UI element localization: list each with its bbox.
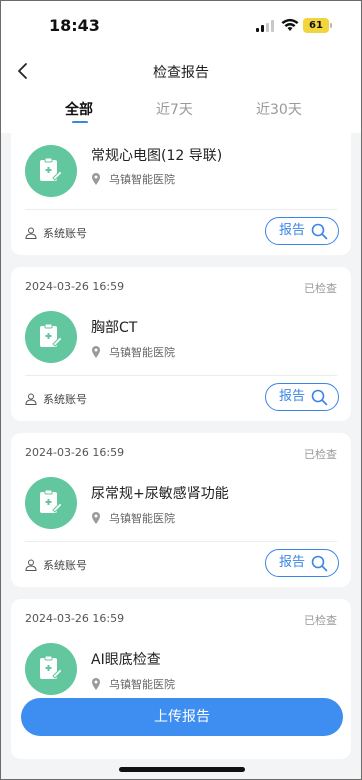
hospital-location: 乌镇智能医院	[91, 676, 175, 692]
tab-30-days[interactable]: 近30天	[256, 99, 302, 119]
record-date: 2024-03-26 16:59	[25, 280, 125, 293]
hospital-location: 乌镇智能医院	[91, 171, 175, 187]
exam-name: 尿常规+尿敏感肾功能	[91, 486, 229, 502]
person-icon	[25, 559, 37, 571]
record-status: 已检查	[304, 282, 337, 295]
app-screen: 18:43 61 检查报告 全部 近7天 近30天 常规心电图(12 导联) 乌…	[0, 0, 362, 780]
search-icon	[311, 555, 328, 572]
record-status: 已检查	[304, 614, 337, 627]
record-card[interactable]: 2024-03-26 16:59 已检查 尿常规+尿敏感肾功能 乌镇智能医院 系…	[11, 433, 351, 587]
report-button-label: 报告	[279, 389, 306, 404]
report-button[interactable]: 报告	[265, 549, 339, 577]
hospital-name: 乌镇智能医院	[109, 512, 175, 525]
divider	[25, 375, 337, 376]
record-status: 已检查	[304, 448, 337, 461]
tab-7-days[interactable]: 近7天	[156, 99, 193, 119]
navigation-bar: 检查报告	[1, 53, 361, 91]
upload-report-button[interactable]: 上传报告	[21, 698, 343, 736]
hospital-name: 乌镇智能医院	[109, 346, 175, 359]
hospital-location: 乌镇智能医院	[91, 344, 175, 360]
location-pin-icon	[92, 346, 100, 358]
location-pin-icon	[92, 678, 100, 690]
report-button[interactable]: 报告	[265, 217, 339, 245]
divider	[25, 209, 337, 210]
search-icon	[311, 389, 328, 406]
medical-report-icon	[40, 157, 63, 181]
record-avatar	[25, 145, 77, 197]
location-pin-icon	[92, 512, 100, 524]
search-icon	[311, 223, 328, 240]
exam-name: 胸部CT	[91, 320, 138, 336]
report-button-label: 报告	[279, 223, 306, 238]
record-date: 2024-03-26 16:59	[25, 612, 125, 625]
account-label: 系统账号	[43, 559, 87, 572]
tab-all[interactable]: 全部	[65, 99, 93, 119]
record-date: 2024-03-26 16:59	[25, 446, 125, 459]
account-info: 系统账号	[25, 391, 87, 407]
record-card[interactable]: 常规心电图(12 导联) 乌镇智能医院 系统账号 报告	[11, 123, 351, 255]
account-label: 系统账号	[43, 393, 87, 406]
location-pin-icon	[92, 173, 100, 185]
record-card[interactable]: 2024-03-26 16:59 已检查 胸部CT 乌镇智能医院 系统账号 报告	[11, 267, 351, 421]
account-info: 系统账号	[25, 557, 87, 573]
medical-report-icon	[40, 323, 63, 347]
page-title: 检查报告	[153, 65, 209, 81]
exam-name: 常规心电图(12 导联)	[91, 148, 223, 164]
account-label: 系统账号	[43, 227, 87, 240]
medical-report-icon	[40, 655, 63, 679]
hospital-name: 乌镇智能医院	[109, 678, 175, 691]
report-list[interactable]: 常规心电图(12 导联) 乌镇智能医院 系统账号 报告 2024-03-26 1…	[1, 123, 361, 779]
person-icon	[25, 227, 37, 239]
exam-name: AI眼底检查	[91, 652, 161, 668]
hospital-location: 乌镇智能医院	[91, 510, 175, 526]
home-indicator[interactable]	[119, 767, 245, 772]
record-avatar	[25, 643, 77, 695]
status-bar: 18:43 61	[1, 1, 361, 53]
record-avatar	[25, 311, 77, 363]
report-button[interactable]: 报告	[265, 383, 339, 411]
battery-icon: 61	[303, 18, 332, 33]
report-button-label: 报告	[279, 555, 306, 570]
record-avatar	[25, 477, 77, 529]
hospital-name: 乌镇智能医院	[109, 173, 175, 186]
wifi-icon	[281, 18, 299, 31]
divider	[25, 541, 337, 542]
medical-report-icon	[40, 489, 63, 513]
person-icon	[25, 393, 37, 405]
account-info: 系统账号	[25, 225, 87, 241]
status-time: 18:43	[49, 16, 100, 35]
cellular-signal-icon	[256, 20, 274, 32]
